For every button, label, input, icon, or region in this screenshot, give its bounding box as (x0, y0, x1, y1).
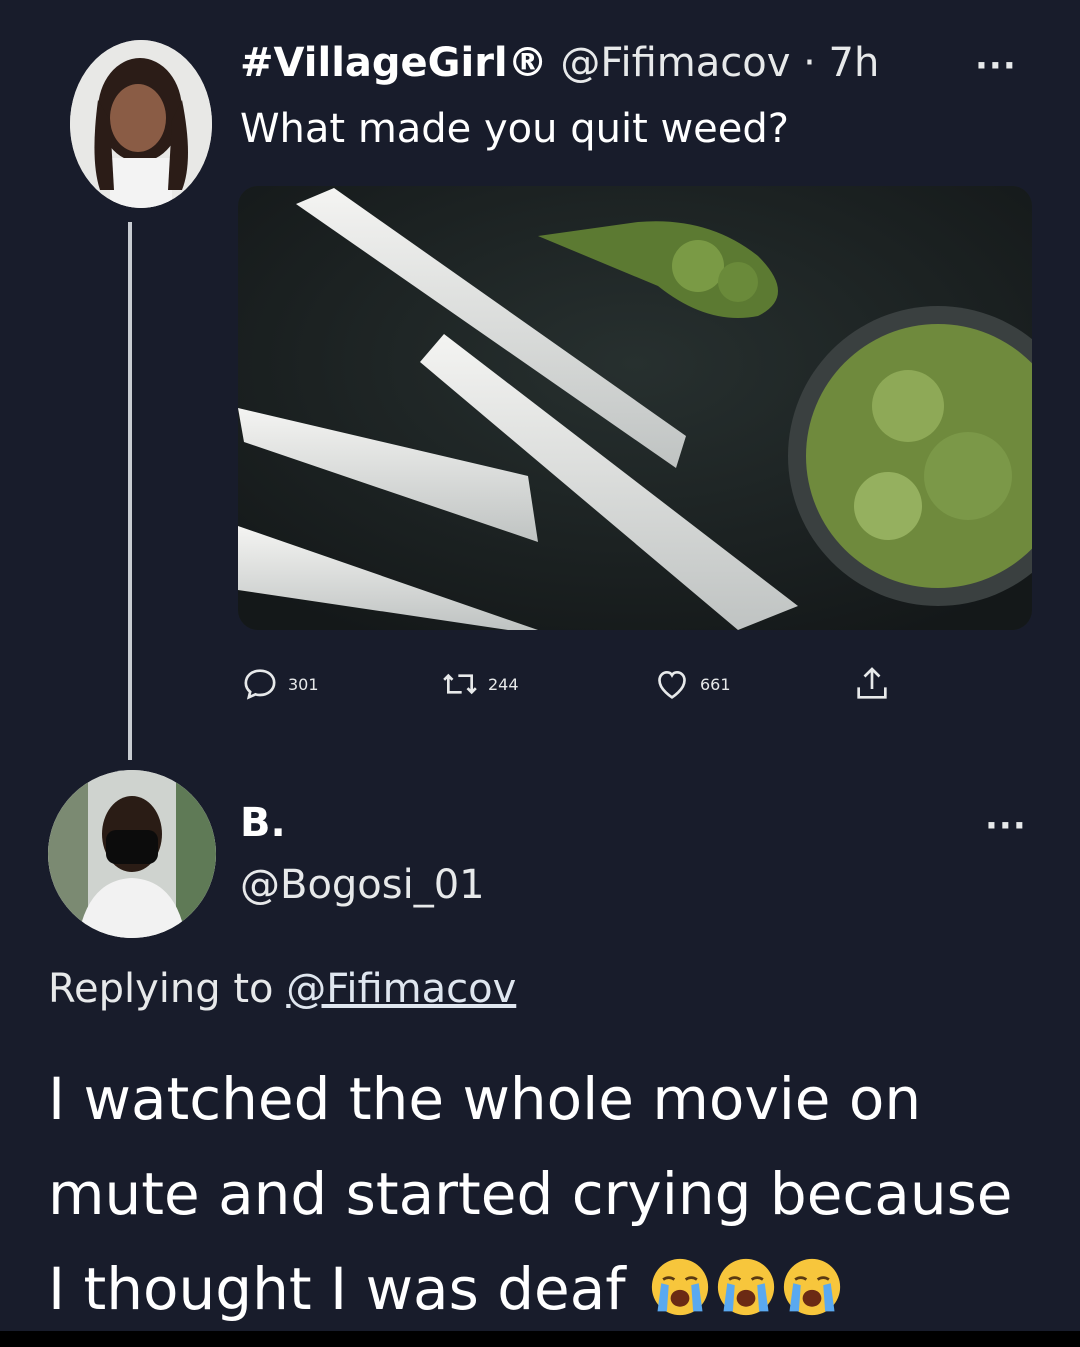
avatar-image (70, 40, 212, 208)
share-icon (857, 667, 887, 699)
more-icon[interactable]: ··· (975, 46, 1017, 86)
thread-line (128, 222, 132, 760)
more-icon[interactable]: ··· (985, 806, 1027, 846)
user-handle[interactable]: @Fifimacov (560, 40, 790, 86)
reply-button[interactable]: 301 (240, 664, 319, 704)
replying-to-label: Replying to (48, 966, 274, 1012)
reply-text-block: I watched the whole movie on mute and st… (48, 1052, 1048, 1337)
display-name[interactable]: B. (240, 800, 286, 846)
timestamp[interactable]: · 7h (803, 40, 879, 86)
crying-face-icon (718, 1258, 775, 1316)
tweet-text: What made you quit weed? (240, 106, 790, 152)
crying-face-icon (784, 1258, 841, 1316)
avatar-image (48, 770, 216, 938)
reply-text: I watched the whole movie on mute and st… (48, 1065, 1013, 1323)
reply-icon (244, 669, 276, 700)
reply-count: 301 (288, 674, 319, 694)
avatar[interactable] (48, 770, 216, 938)
share-button[interactable] (852, 664, 892, 704)
like-icon (658, 670, 686, 699)
avatar[interactable] (70, 40, 212, 208)
retweet-icon (443, 673, 477, 695)
display-name[interactable]: #VillageGirl® (240, 40, 548, 86)
retweet-button[interactable]: 244 (440, 664, 519, 704)
bottom-bar (0, 1331, 1080, 1347)
like-count: 661 (700, 674, 731, 694)
tweet-header: #VillageGirl® @Fifimacov · 7h (240, 40, 879, 86)
joints-and-weed-image (238, 186, 1032, 630)
tweet-image[interactable] (238, 186, 1032, 630)
user-handle[interactable]: @Bogosi_01 (240, 862, 485, 908)
mention-link[interactable]: @Fifimacov (286, 966, 516, 1012)
like-button[interactable]: 661 (652, 664, 731, 704)
replying-to: Replying to @Fifimacov (48, 966, 516, 1012)
retweet-count: 244 (488, 674, 519, 694)
emoji-row (644, 1255, 842, 1323)
crying-face-icon (652, 1258, 709, 1316)
